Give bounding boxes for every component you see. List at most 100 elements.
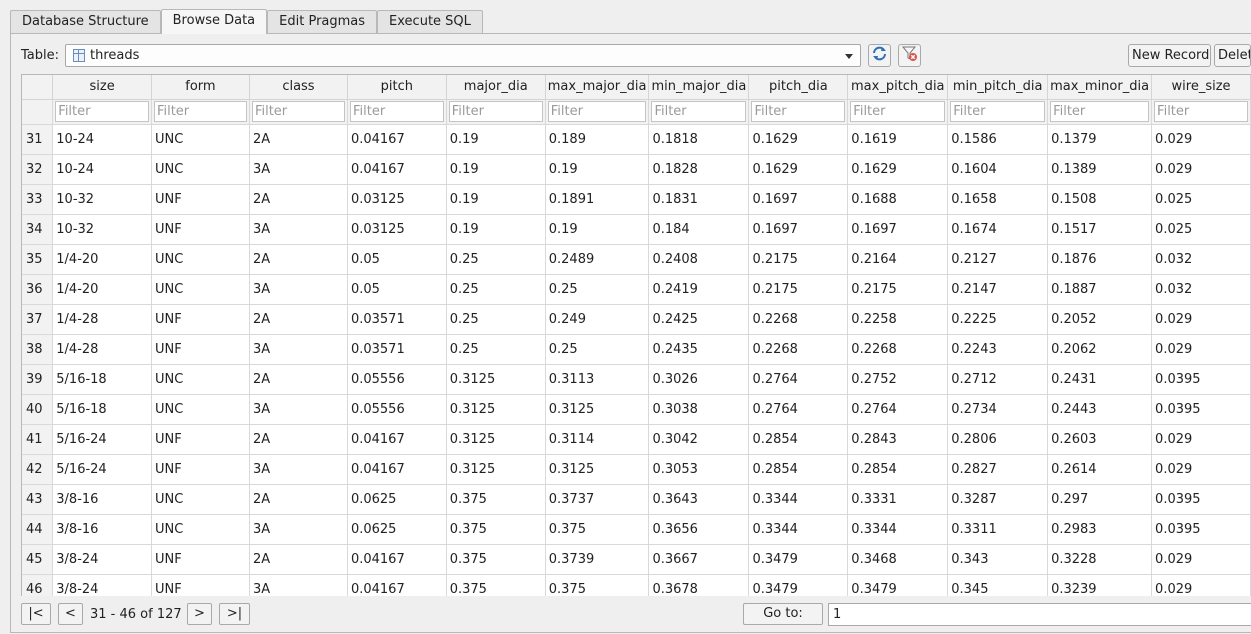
table-cell[interactable]: 0.3239 [1047, 574, 1153, 596]
table-cell[interactable]: 0.3479 [847, 574, 949, 596]
table-cell[interactable]: 0.3042 [648, 424, 750, 455]
row-number[interactable]: 36 [22, 274, 54, 305]
table-cell[interactable]: 0.343 [947, 544, 1049, 575]
filter-input-size[interactable] [55, 101, 149, 122]
table-cell[interactable]: UNF [151, 334, 250, 365]
row-number[interactable]: 31 [22, 124, 54, 155]
table-cell[interactable]: 0.1508 [1047, 184, 1153, 215]
goto-input[interactable] [828, 603, 1251, 626]
table-cell[interactable]: 0.2827 [947, 454, 1049, 485]
table-cell[interactable]: 0.3125 [545, 394, 650, 425]
table-cell[interactable]: 0.032 [1151, 244, 1251, 275]
table-row[interactable]: 36 1/4-20 UNC 3A 0.05 0.25 0.25 0.2419 0.2175 0.2… [22, 274, 1251, 305]
table-cell[interactable]: 0.1887 [1047, 274, 1153, 305]
table-cell[interactable]: 0.032 [1151, 274, 1251, 305]
table-cell[interactable]: 0.345 [947, 574, 1049, 596]
filter-input-form[interactable] [153, 101, 247, 122]
table-cell[interactable]: 0.3344 [847, 514, 949, 545]
table-cell[interactable]: 0.2062 [1047, 334, 1153, 365]
tab-edit-pragmas[interactable]: Edit Pragmas [267, 10, 378, 33]
table-cell[interactable]: 0.2175 [847, 274, 949, 305]
column-header-major-dia[interactable]: major_dia [446, 75, 546, 100]
table-cell[interactable]: 0.25 [446, 244, 546, 275]
table-cell[interactable]: 1/4-20 [52, 274, 152, 305]
table-cell[interactable]: 0.2854 [847, 454, 949, 485]
table-cell[interactable]: 0.029 [1151, 154, 1251, 185]
table-cell[interactable]: 0.1389 [1047, 154, 1153, 185]
table-row[interactable]: 45 3/8-24 UNF 2A 0.04167 0.375 0.3739 0.3667 0.3… [22, 544, 1251, 575]
table-cell[interactable]: 3A [249, 394, 348, 425]
table-row[interactable]: 41 5/16-24 UNF 2A 0.04167 0.3125 0.3114 0.3042 0… [22, 424, 1251, 455]
table-cell[interactable]: 0.1619 [847, 124, 949, 155]
table-cell[interactable]: 0.19 [545, 214, 650, 245]
table-row[interactable]: 39 5/16-18 UNC 2A 0.05556 0.3125 0.3113 0.3026 0… [22, 364, 1251, 395]
table-cell[interactable]: 0.05 [347, 274, 447, 305]
table-cell[interactable]: 3A [249, 454, 348, 485]
table-cell[interactable]: 0.2268 [847, 334, 949, 365]
table-cell[interactable]: 0.3737 [545, 484, 650, 515]
table-cell[interactable]: 0.1629 [847, 154, 949, 185]
table-cell[interactable]: 0.297 [1047, 484, 1153, 515]
tab-execute-sql[interactable]: Execute SQL [377, 10, 483, 33]
column-header-pitch-dia[interactable]: pitch_dia [748, 75, 849, 100]
table-cell[interactable]: 2A [249, 304, 348, 335]
table-cell[interactable]: 0.05 [347, 244, 447, 275]
table-cell[interactable]: UNC [151, 484, 250, 515]
table-cell[interactable]: 0.3468 [847, 544, 949, 575]
row-number[interactable]: 46 [22, 574, 54, 596]
table-cell[interactable]: 2A [249, 424, 348, 455]
table-cell[interactable]: 0.04167 [347, 544, 447, 575]
table-cell[interactable]: 10-32 [52, 184, 152, 215]
filter-input-wire-size[interactable] [1154, 101, 1248, 122]
column-header-min-major-dia[interactable]: min_major_dia [648, 75, 750, 100]
table-cell[interactable]: UNF [151, 544, 250, 575]
table-cell[interactable]: 0.3479 [748, 574, 849, 596]
filter-input-max-pitch-dia[interactable] [850, 101, 946, 122]
table-cell[interactable]: 0.3113 [545, 364, 650, 395]
table-cell[interactable]: 0.2764 [748, 394, 849, 425]
row-number[interactable]: 34 [22, 214, 54, 245]
table-cell[interactable]: 10-32 [52, 214, 152, 245]
row-number[interactable]: 41 [22, 424, 54, 455]
table-cell[interactable]: 3/8-24 [52, 574, 152, 596]
table-cell[interactable]: 0.375 [446, 544, 546, 575]
table-cell[interactable]: 0.2489 [545, 244, 650, 275]
table-cell[interactable]: UNC [151, 394, 250, 425]
table-cell[interactable]: 0.029 [1151, 544, 1251, 575]
table-cell[interactable]: 0.3114 [545, 424, 650, 455]
table-cell[interactable]: 0.1688 [847, 184, 949, 215]
table-cell[interactable]: 0.1831 [648, 184, 750, 215]
table-cell[interactable]: 3A [249, 574, 348, 596]
filter-input-pitch-dia[interactable] [751, 101, 846, 122]
table-cell[interactable]: 0.2854 [748, 454, 849, 485]
table-cell[interactable]: 0.025 [1151, 184, 1251, 215]
table-cell[interactable]: 0.3344 [748, 514, 849, 545]
table-cell[interactable]: 0.1818 [648, 124, 750, 155]
table-cell[interactable]: 3/8-16 [52, 514, 152, 545]
table-row[interactable]: 44 3/8-16 UNC 3A 0.0625 0.375 0.375 0.3656 0.334… [22, 514, 1251, 545]
previous-page-button[interactable]: < [58, 603, 83, 625]
table-cell[interactable]: 0.04167 [347, 154, 447, 185]
table-row[interactable]: 43 3/8-16 UNC 2A 0.0625 0.375 0.3737 0.3643 0.33… [22, 484, 1251, 515]
table-cell[interactable]: 0.3344 [748, 484, 849, 515]
row-number[interactable]: 35 [22, 244, 54, 275]
table-cell[interactable]: 0.0625 [347, 484, 447, 515]
table-cell[interactable]: 3/8-16 [52, 484, 152, 515]
row-number[interactable]: 40 [22, 394, 54, 425]
table-row[interactable]: 42 5/16-24 UNF 3A 0.04167 0.3125 0.3125 0.3053 0… [22, 454, 1251, 485]
column-header-max-major-dia[interactable]: max_major_dia [545, 75, 650, 100]
table-cell[interactable]: 0.3026 [648, 364, 750, 395]
row-number[interactable]: 45 [22, 544, 54, 575]
table-cell[interactable]: 0.029 [1151, 454, 1251, 485]
table-cell[interactable]: 0.1379 [1047, 124, 1153, 155]
column-header-min-pitch-dia[interactable]: min_pitch_dia [947, 75, 1049, 100]
table-cell[interactable]: 2A [249, 244, 348, 275]
table-cell[interactable]: 0.3311 [947, 514, 1049, 545]
table-cell[interactable]: 0.1828 [648, 154, 750, 185]
table-cell[interactable]: 0.2854 [748, 424, 849, 455]
column-header-pitch[interactable]: pitch [347, 75, 447, 100]
table-cell[interactable]: 0.3125 [446, 394, 546, 425]
table-cell[interactable]: 0.03571 [347, 304, 447, 335]
row-number[interactable]: 32 [22, 154, 54, 185]
goto-button[interactable]: Go to: [743, 603, 823, 625]
